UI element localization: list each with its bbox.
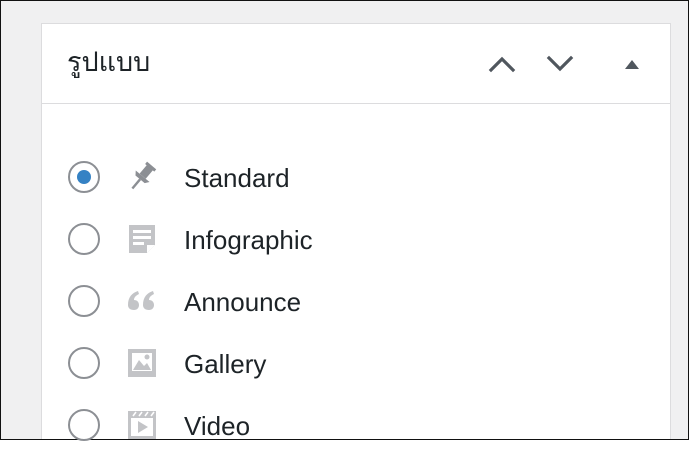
format-option-infographic[interactable]: Infographic — [42, 215, 670, 265]
radio-infographic[interactable] — [68, 223, 100, 255]
format-label: Infographic — [184, 225, 313, 255]
radio-announce[interactable] — [68, 285, 100, 317]
triangle-up-icon — [625, 60, 639, 69]
toggle-panel-button[interactable] — [614, 46, 650, 82]
panel-header: รูปแบบ — [42, 24, 670, 104]
chevron-up-icon — [488, 56, 516, 73]
chevron-down-icon — [546, 55, 574, 72]
move-down-button[interactable] — [542, 46, 578, 82]
quote-icon — [128, 291, 154, 310]
format-label: Video — [184, 411, 251, 441]
radio-video[interactable] — [68, 409, 100, 441]
format-option-announce[interactable]: Announce — [42, 277, 670, 327]
format-label: Gallery — [184, 349, 267, 379]
post-format-panel: รูปแบบ Standard Infographic Announce Gal… — [41, 23, 671, 441]
document-icon — [129, 225, 155, 253]
gallery-icon — [128, 349, 156, 377]
video-icon — [128, 411, 156, 439]
format-label: Standard — [184, 163, 290, 193]
panel-title: รูปแบบ — [67, 47, 151, 78]
format-option-standard[interactable]: Standard — [42, 153, 670, 203]
move-up-button[interactable] — [484, 46, 520, 82]
radio-gallery[interactable] — [68, 347, 100, 379]
pin-icon — [131, 161, 157, 190]
radio-standard[interactable] — [68, 161, 100, 193]
screenshot-frame: รูปแบบ Standard Infographic Announce Gal… — [0, 0, 689, 441]
format-option-video[interactable]: Video — [42, 401, 670, 451]
format-label: Announce — [184, 287, 302, 317]
format-option-gallery[interactable]: Gallery — [42, 339, 670, 389]
